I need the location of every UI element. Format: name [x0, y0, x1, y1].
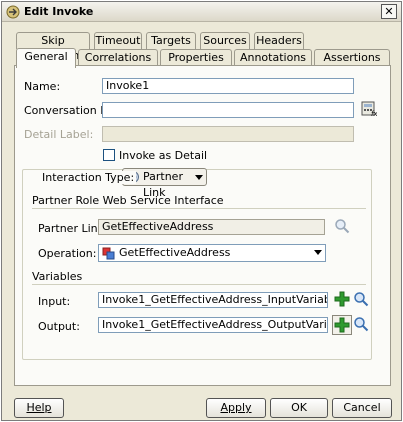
tab-sources[interactable]: Sources [200, 32, 250, 49]
ok-button[interactable]: OK [270, 398, 328, 418]
tab-headers[interactable]: Headers [254, 32, 304, 49]
input-variable-input[interactable]: Invoke1_GetEffectiveAddress_InputVariabl… [98, 292, 328, 308]
conversation-id-input[interactable] [102, 102, 354, 118]
close-button[interactable]: ✕ [381, 4, 397, 19]
tab-assertions[interactable]: Assertions [314, 49, 390, 66]
cancel-button-label: Cancel [343, 401, 381, 414]
apply-button-label: Apply [220, 401, 252, 414]
cancel-button[interactable]: Cancel [332, 398, 392, 418]
chevron-down-icon [195, 175, 203, 180]
dialog-title: Edit Invoke [24, 5, 94, 18]
edit-invoke-dialog: Edit Invoke ✕ Skip Condition Timeout Tar… [1, 1, 402, 421]
output-variable-label: Output: [38, 320, 80, 333]
section-divider [32, 208, 366, 209]
tab-correlations[interactable]: Correlations [78, 49, 158, 66]
search-icon[interactable] [353, 316, 369, 332]
close-icon: ✕ [384, 5, 394, 18]
name-input[interactable]: Invoke1 [102, 78, 354, 94]
tab-targets[interactable]: Targets [146, 32, 196, 49]
ok-button-label: OK [291, 401, 307, 414]
search-icon[interactable] [334, 218, 350, 234]
partner-role-section-title: Partner Role Web Service Interface [32, 194, 224, 207]
name-label: Name: [24, 80, 61, 93]
chevron-down-icon [314, 250, 322, 255]
variables-section-title: Variables [32, 270, 83, 283]
output-variable-input[interactable]: Invoke1_GetEffectiveAddress_OutputVariab… [98, 317, 328, 333]
detail-label-label: Detail Label: [24, 128, 94, 141]
tab-timeout[interactable]: Timeout [94, 32, 142, 49]
input-variable-label: Input: [38, 295, 71, 308]
tab-properties[interactable]: Properties [160, 49, 232, 66]
section-divider [32, 284, 366, 285]
tab-skip-condition[interactable]: Skip Condition [16, 32, 90, 62]
add-output-button[interactable] [332, 315, 352, 335]
invoke-as-detail-checkbox[interactable] [103, 149, 115, 161]
interaction-type-label: Interaction Type: [40, 171, 137, 184]
add-icon[interactable] [334, 291, 350, 307]
apply-button[interactable]: Apply [206, 398, 266, 418]
partner-link-input[interactable]: GetEffectiveAddress [98, 219, 325, 235]
operation-dropdown[interactable]: GetEffectiveAddress [98, 244, 326, 262]
detail-label-input[interactable] [102, 126, 354, 142]
title-bar: Edit Invoke ✕ [2, 2, 401, 22]
invoke-as-detail-label: Invoke as Detail [119, 149, 208, 162]
tab-general[interactable]: General [16, 48, 76, 68]
operation-icon [102, 247, 115, 260]
invoke-icon [6, 5, 20, 19]
operation-label: Operation: [38, 247, 97, 260]
help-button-label: Help [26, 401, 52, 414]
expression-builder-icon[interactable]: fx [361, 101, 377, 117]
search-icon[interactable] [353, 291, 369, 307]
tab-annotations[interactable]: Annotations [234, 49, 312, 66]
svg-text:fx: fx [371, 110, 377, 117]
operation-value: GetEffectiveAddress [119, 246, 231, 259]
add-icon [334, 317, 350, 333]
help-button[interactable]: Help [14, 398, 64, 418]
